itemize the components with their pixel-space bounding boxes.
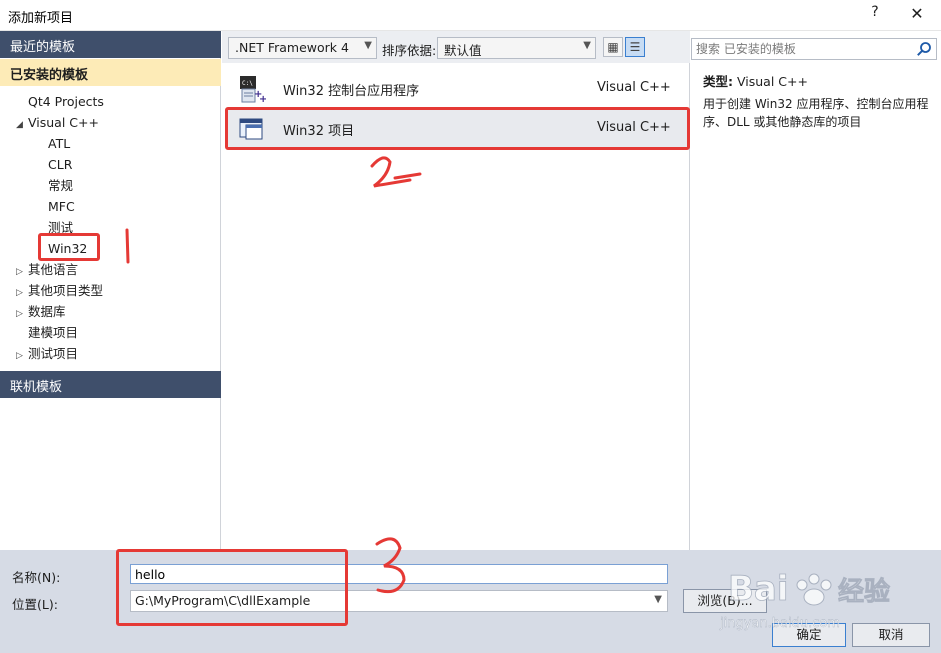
collapsed-triangle-icon[interactable]: ▷	[16, 262, 28, 282]
tree-item-qt4[interactable]: Qt4 Projects	[16, 92, 104, 112]
template-info-panel: 类型: Visual C++ 用于创建 Win32 应用程序、控制台应用程序、D…	[691, 31, 941, 550]
template-description: 用于创建 Win32 应用程序、控制台应用程序、DLL 或其他静态库的项目	[703, 97, 929, 129]
template-item[interactable]: C:\ + + Win32 控制台应用程序 Visual C++	[226, 69, 688, 109]
tree-item-visual-cpp[interactable]: ◢ Visual C++	[16, 113, 99, 133]
tree-item-mfc[interactable]: MFC	[48, 197, 75, 217]
baidu-jingyan-watermark: Bai 经验 jingyan.baidu.com	[719, 569, 891, 632]
small-icons-view-icon[interactable]: ▦	[603, 37, 623, 57]
dialog-title: 添加新项目	[8, 11, 74, 26]
svg-text:C:\: C:\	[242, 80, 253, 87]
template-toolbar: .NET Framework 4 ▼ 排序依据: 默认值 ▼ ▦ ☰	[222, 31, 690, 63]
tree-item-label: 其他项目类型	[28, 283, 104, 298]
tree-item-database[interactable]: ▷ 数据库	[16, 302, 66, 322]
template-type: 类型: Visual C++	[703, 71, 808, 90]
annotation-box-2	[225, 107, 690, 150]
tree-item-label: 数据库	[28, 304, 66, 319]
type-label: 类型:	[703, 74, 733, 89]
annotation-box-3	[116, 549, 348, 626]
chevron-down-icon: ▼	[654, 594, 662, 605]
chevron-down-icon: ▼	[583, 40, 591, 51]
tree-item-other-project-types[interactable]: ▷ 其他项目类型	[16, 281, 103, 301]
location-label: 位置(L):	[12, 597, 58, 612]
tree-item-label: Qt4 Projects	[28, 94, 104, 109]
tree-item-label: Visual C++	[28, 115, 99, 130]
tree-item-label: 建模项目	[28, 325, 79, 340]
type-value: Visual C++	[736, 74, 808, 89]
template-name: Win32 控制台应用程序	[283, 84, 420, 99]
name-label: 名称(N):	[12, 570, 61, 585]
search-icon[interactable]	[916, 41, 932, 57]
tree-item-general[interactable]: 常规	[48, 176, 73, 196]
recent-templates-header[interactable]: 最近的模板	[0, 31, 221, 58]
annotation-box-1	[38, 233, 100, 261]
collapsed-triangle-icon[interactable]: ▷	[16, 283, 28, 303]
expanded-triangle-icon[interactable]: ◢	[16, 115, 28, 135]
tree-item-atl[interactable]: ATL	[48, 134, 70, 154]
svg-text:+: +	[259, 94, 266, 103]
paw-icon	[796, 573, 832, 606]
search-input[interactable]	[696, 40, 908, 58]
watermark-brand-2: 经验	[838, 576, 890, 607]
tree-item-modeling[interactable]: 建模项目	[16, 323, 78, 343]
sort-value: 默认值	[444, 43, 482, 58]
console-app-icon: C:\ + +	[240, 76, 266, 103]
help-button[interactable]: ?	[866, 4, 884, 26]
tree-item-label: 测试项目	[28, 346, 79, 361]
search-box[interactable]	[691, 38, 937, 60]
list-view-icon[interactable]: ☰	[625, 37, 645, 57]
collapsed-triangle-icon[interactable]: ▷	[16, 346, 28, 366]
watermark-site: jingyan.baidu.com	[719, 616, 840, 631]
online-templates-header[interactable]: 联机模板	[0, 371, 221, 398]
template-categories-panel: 最近的模板 已安装的模板 Qt4 Projects ◢ Visual C++ AT…	[0, 31, 221, 550]
title-bar: 添加新项目 ? ✕	[0, 0, 941, 31]
tree-item-other-languages[interactable]: ▷ 其他语言	[16, 260, 78, 280]
tree-item-test-projects[interactable]: ▷ 测试项目	[16, 344, 78, 364]
watermark-brand: Bai	[728, 569, 789, 609]
collapsed-triangle-icon[interactable]: ▷	[16, 304, 28, 324]
close-button[interactable]: ✕	[906, 4, 928, 26]
tree-item-label: 其他语言	[28, 262, 79, 277]
sort-label: 排序依据:	[382, 43, 437, 58]
installed-templates-header[interactable]: 已安装的模板	[0, 59, 221, 86]
chevron-down-icon: ▼	[364, 40, 372, 51]
framework-value: .NET Framework 4	[235, 40, 349, 55]
template-language: Visual C++	[597, 80, 671, 95]
sort-select[interactable]: 默认值 ▼	[437, 37, 596, 59]
framework-select[interactable]: .NET Framework 4 ▼	[228, 37, 377, 59]
tree-item-clr[interactable]: CLR	[48, 155, 72, 175]
